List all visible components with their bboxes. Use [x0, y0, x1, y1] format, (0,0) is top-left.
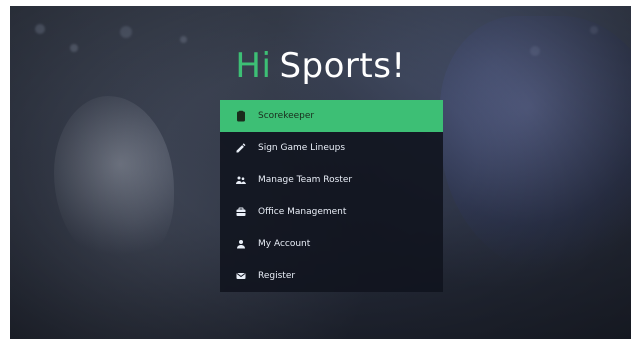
briefcase-icon	[234, 205, 248, 219]
menu-item-label: Sign Game Lineups	[258, 143, 346, 153]
users-icon	[234, 173, 248, 187]
menu-item-my-account[interactable]: My Account	[220, 228, 443, 260]
user-icon	[234, 237, 248, 251]
envelope-icon	[234, 269, 248, 283]
app-screen: Hi Sports! Scorekeeper Sign Game Lineups…	[10, 6, 631, 339]
app-title: Hi Sports!	[10, 46, 631, 86]
menu-item-sign-game-lineups[interactable]: Sign Game Lineups	[220, 132, 443, 164]
menu-item-register[interactable]: Register	[220, 260, 443, 292]
clipboard-icon	[234, 109, 248, 123]
menu-item-label: Office Management	[258, 207, 347, 217]
menu-item-label: Scorekeeper	[258, 111, 315, 121]
menu-item-label: Register	[258, 271, 296, 281]
menu-item-label: Manage Team Roster	[258, 175, 353, 185]
menu-item-office-management[interactable]: Office Management	[220, 196, 443, 228]
pencil-icon	[234, 141, 248, 155]
menu-item-label: My Account	[258, 239, 311, 249]
main-menu: Scorekeeper Sign Game Lineups Manage Tea…	[220, 100, 443, 292]
menu-item-scorekeeper[interactable]: Scorekeeper	[220, 100, 443, 132]
menu-item-manage-team-roster[interactable]: Manage Team Roster	[220, 164, 443, 196]
brand-hi: Hi	[235, 46, 272, 86]
brand-sports: Sports!	[279, 46, 406, 86]
